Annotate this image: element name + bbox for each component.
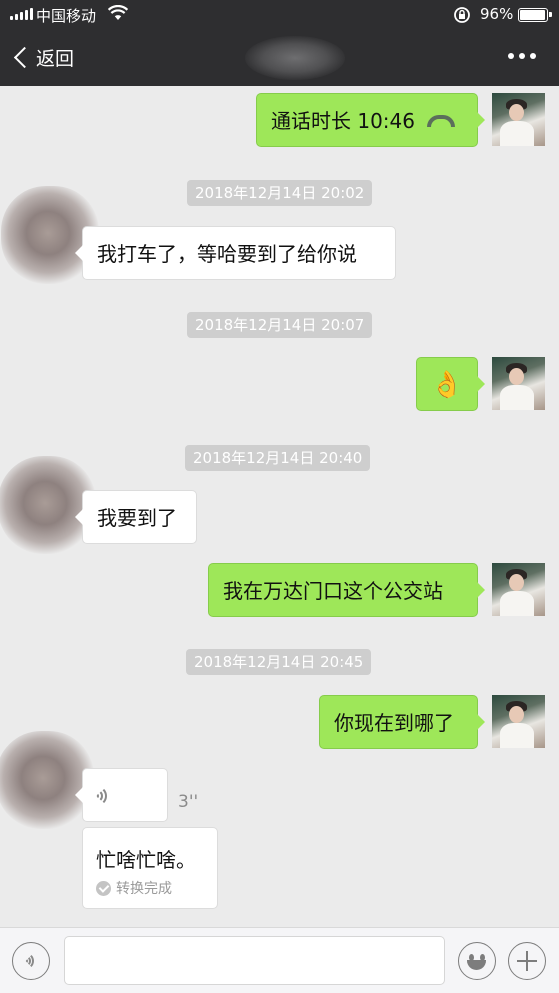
phone-hangup-icon [427, 114, 455, 127]
voice-wave-icon [95, 786, 115, 806]
message-bubble-call[interactable]: 通话时长 10:46 [256, 93, 485, 147]
chat-area[interactable]: 通话时长 10:46 2018年12月14日 20:02 我打车了，等哈要到了给… [0, 86, 559, 927]
timestamp: 2018年12月14日 20:45 [186, 649, 372, 675]
nav-bar: 返回 [0, 30, 559, 86]
avatar-self[interactable] [492, 93, 545, 146]
transcription-status-label: 转换完成 [116, 881, 172, 897]
call-duration-text: 通话时长 10:46 [271, 109, 415, 133]
input-bar [0, 927, 559, 993]
message-input[interactable] [64, 936, 445, 985]
timestamp: 2018年12月14日 20:07 [187, 312, 373, 338]
rotation-lock-icon [454, 7, 470, 23]
emoji-button[interactable] [458, 942, 496, 980]
wifi-icon [108, 5, 128, 20]
back-button[interactable]: 返回 [8, 42, 74, 72]
signal-icon [10, 8, 33, 20]
voice-transcription[interactable]: 忙啥忙啥。 转换完成 [82, 827, 218, 909]
message-bubble-received[interactable]: 我打车了，等哈要到了给你说 [75, 226, 396, 280]
avatar-self[interactable] [492, 563, 545, 616]
timestamp: 2018年12月14日 20:40 [185, 445, 371, 471]
carrier-name: 中国移动 [36, 7, 97, 25]
transcription-status: 转换完成 [96, 878, 172, 898]
message-bubble-sent[interactable]: 我在万达门口这个公交站 [208, 563, 485, 617]
avatar-self[interactable] [492, 695, 545, 748]
ok-hand-emoji: 👌 [430, 370, 464, 400]
voice-toggle-button[interactable] [12, 942, 50, 980]
avatar-self[interactable] [492, 357, 545, 410]
chevron-left-icon [13, 46, 36, 68]
timestamp: 2018年12月14日 20:02 [187, 180, 373, 206]
more-icon [508, 53, 514, 59]
status-bar: 中国移动 96% [0, 0, 559, 30]
plus-button[interactable] [508, 942, 546, 980]
blurred-contact-name [245, 36, 345, 80]
voice-icon [24, 951, 44, 971]
battery-icon [518, 8, 552, 22]
message-bubble-emoji[interactable]: 👌 [416, 357, 485, 411]
message-bubble-sent[interactable]: 你现在到哪了 [319, 695, 485, 749]
transcription-text: 忙啥忙啥。 [96, 848, 196, 872]
check-circle-icon [96, 880, 111, 896]
voice-message-bubble[interactable] [75, 768, 168, 822]
more-button[interactable] [508, 53, 536, 59]
avatar-contact[interactable] [0, 731, 94, 829]
voice-duration: 3'' [178, 792, 199, 812]
message-bubble-received[interactable]: 我要到了 [75, 490, 197, 544]
top-bar: 中国移动 96% 返回 [0, 0, 559, 86]
battery-percent: 96% [480, 5, 514, 23]
back-label: 返回 [36, 47, 75, 70]
